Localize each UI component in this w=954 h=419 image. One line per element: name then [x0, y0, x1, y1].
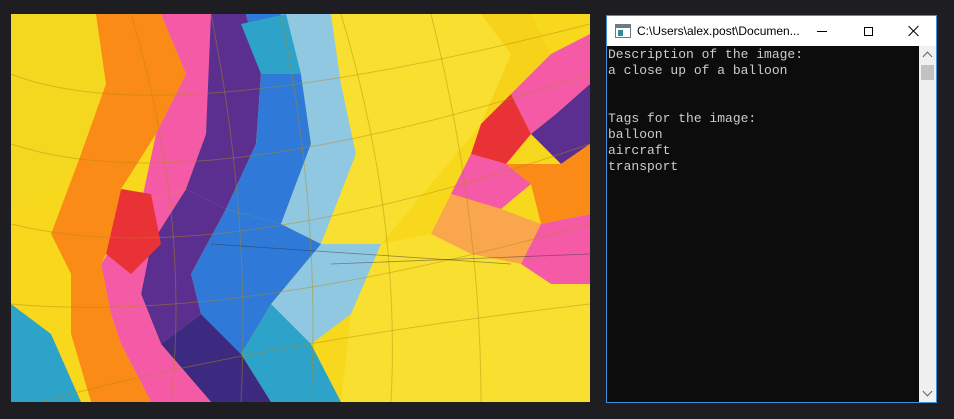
scroll-up-button[interactable] [919, 46, 936, 63]
console-line: Description of the image: [608, 47, 804, 62]
maximize-button[interactable] [845, 16, 891, 46]
close-button[interactable] [891, 16, 936, 46]
window-title: C:\Users\alex.post\Documen... [637, 24, 800, 38]
vertical-scrollbar[interactable] [919, 46, 936, 402]
balloon-image [11, 14, 590, 402]
scroll-down-button[interactable] [919, 385, 936, 402]
console-line: aircraft [608, 143, 671, 158]
close-icon [908, 25, 920, 37]
console-line: balloon [608, 127, 663, 142]
console-line: a close up of a balloon [608, 63, 788, 78]
chevron-up-icon [922, 51, 933, 62]
balloon-photo [11, 14, 590, 402]
desktop-stage: C:\Users\alex.post\Documen... Descriptio… [0, 0, 954, 419]
minimize-icon [817, 30, 827, 32]
scroll-thumb[interactable] [921, 65, 934, 80]
chevron-down-icon [922, 386, 933, 397]
console-line: transport [608, 159, 679, 174]
maximize-icon [863, 26, 873, 36]
console-output[interactable]: Description of the image: a close up of … [607, 46, 919, 402]
console-app-icon [615, 24, 631, 38]
console-line: Tags for the image: [608, 111, 757, 126]
title-bar[interactable]: C:\Users\alex.post\Documen... [607, 16, 936, 46]
console-window[interactable]: C:\Users\alex.post\Documen... Descriptio… [606, 15, 937, 403]
minimize-button[interactable] [799, 16, 845, 46]
